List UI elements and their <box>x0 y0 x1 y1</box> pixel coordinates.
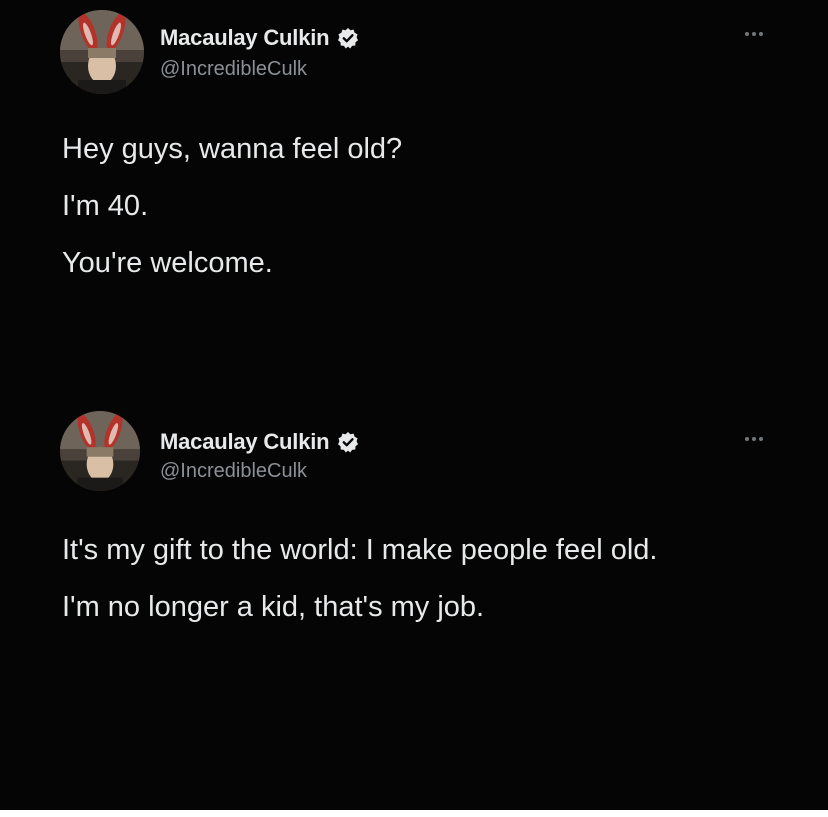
author-name-row: Macaulay Culkin <box>160 25 359 51</box>
more-options-icon[interactable] <box>745 32 763 36</box>
author-name-row: Macaulay Culkin <box>160 429 359 455</box>
avatar-photo-icon <box>60 10 144 94</box>
tweet-text: It's my gift to the world: I make people… <box>62 533 782 647</box>
tweet-paragraph: You're welcome. <box>62 247 273 279</box>
avatar[interactable] <box>60 10 144 94</box>
verified-badge-icon <box>338 28 359 49</box>
author-handle[interactable]: @IncredibleCulk <box>160 460 307 483</box>
author-name[interactable]: Macaulay Culkin <box>160 25 330 51</box>
tweet-paragraph: It's my gift to the world: I make people… <box>62 534 658 566</box>
avatar[interactable] <box>60 411 140 491</box>
author-name[interactable]: Macaulay Culkin <box>160 429 330 455</box>
tweet-paragraph: Hey guys, wanna feel old? <box>62 133 403 165</box>
tweet-text: Hey guys, wanna feel old? I'm 40. You're… <box>62 132 782 303</box>
tweet-paragraph: I'm 40. <box>62 190 149 222</box>
verified-badge-icon <box>338 432 359 453</box>
more-options-icon[interactable] <box>745 437 763 441</box>
tweet-screenshot: Macaulay Culkin @IncredibleCulk Hey guys… <box>0 0 828 810</box>
tweet-paragraph: I'm no longer a kid, that's my job. <box>62 591 485 623</box>
avatar-photo-icon <box>60 411 140 491</box>
author-handle[interactable]: @IncredibleCulk <box>160 58 307 81</box>
